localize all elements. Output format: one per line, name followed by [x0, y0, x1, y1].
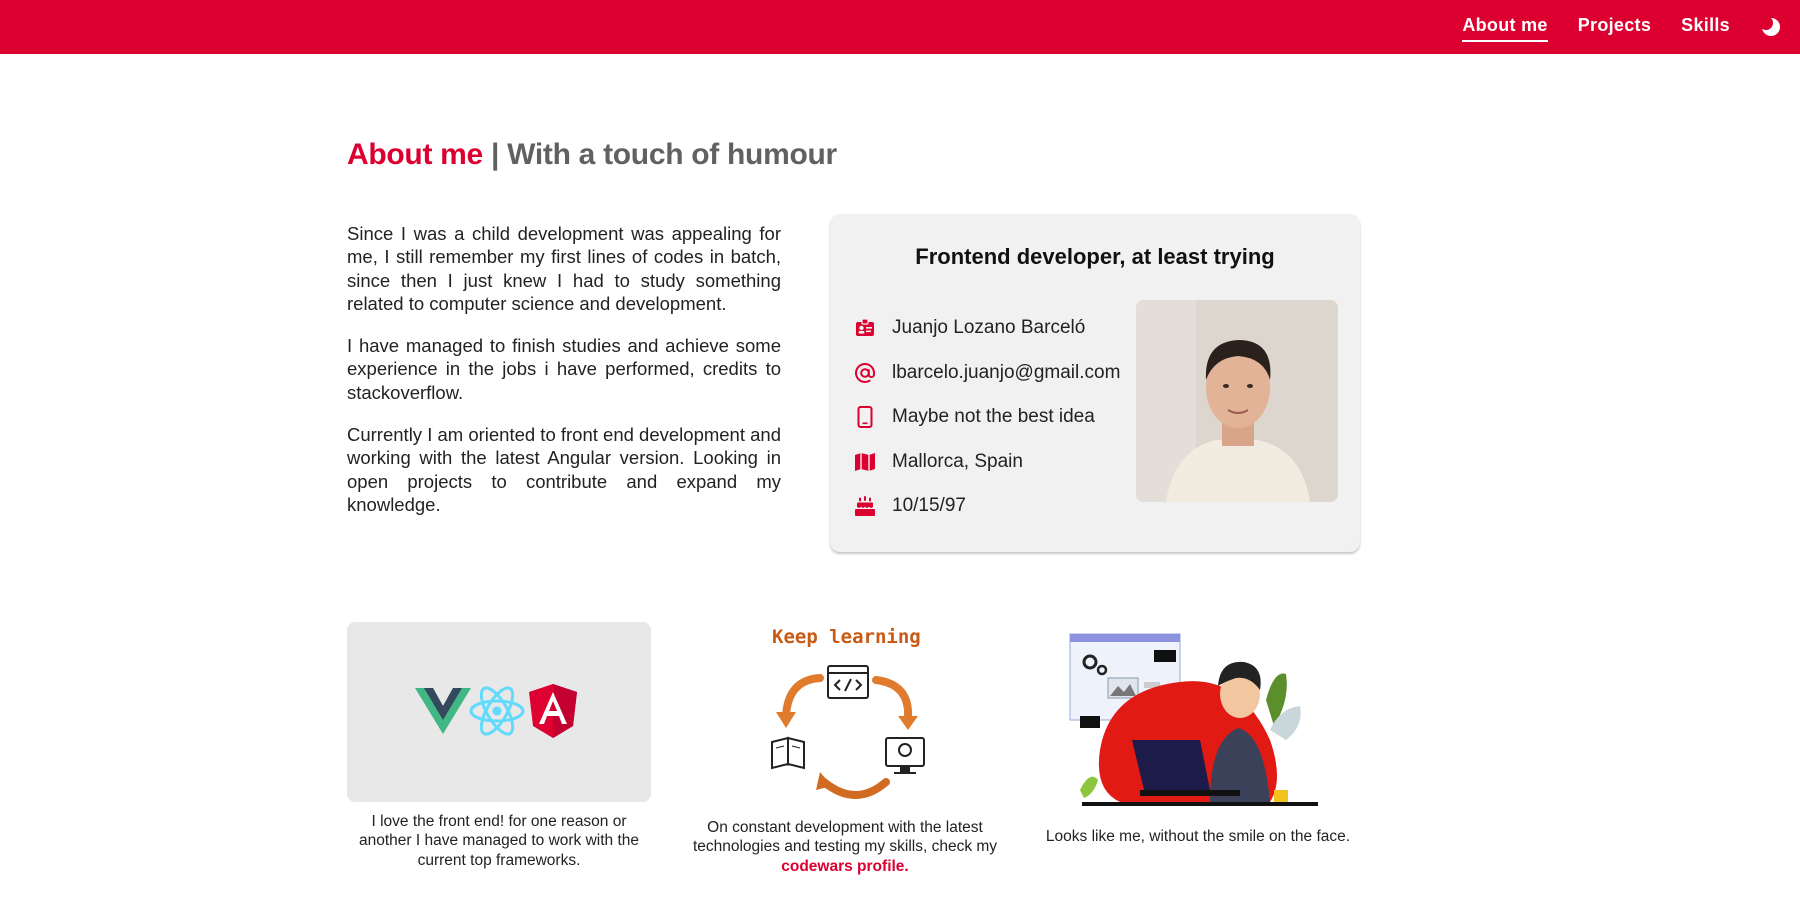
- profile-birthday: 10/15/97: [892, 495, 966, 517]
- top-bar: About me Projects Skills: [0, 0, 1800, 54]
- map-icon: [854, 451, 876, 473]
- intro-text: Since I was a child development was appe…: [347, 222, 781, 535]
- codewars-profile-link[interactable]: codewars profile.: [781, 858, 908, 875]
- page-title-separator: |: [490, 138, 500, 171]
- profile-email: lbarcelo.juanjo@gmail.com: [892, 361, 1121, 383]
- nav-skills[interactable]: Skills: [1681, 15, 1730, 40]
- learning-cycle-icon: [771, 665, 925, 799]
- profile-info-email: lbarcelo.juanjo@gmail.com: [854, 351, 1120, 396]
- angular-logo-icon: [529, 684, 577, 738]
- intro-paragraph: Since I was a child development was appe…: [347, 223, 781, 314]
- developer-illustration: [1069, 633, 1318, 806]
- intro-paragraph: Currently I am oriented to front end dev…: [347, 424, 781, 515]
- page-title-subtitle: With a touch of humour: [507, 138, 837, 171]
- profile-info-location: Mallorca, Spain: [854, 440, 1120, 485]
- page-title-accent: About me: [347, 138, 483, 171]
- profile-info-list: Juanjo Lozano Barceló lbarcelo.juanjo@gm…: [854, 306, 1120, 529]
- profile-name: Juanjo Lozano Barceló: [892, 317, 1086, 339]
- nav-about-me[interactable]: About me: [1462, 15, 1549, 42]
- page-title: About me | With a touch of humour: [347, 138, 837, 172]
- keep-learning-title: Keep learning: [772, 626, 921, 648]
- profile-info-phone: Maybe not the best idea: [854, 395, 1120, 440]
- nav-projects[interactable]: Projects: [1578, 15, 1651, 40]
- frameworks-caption: I love the front end! for one reason or …: [358, 813, 640, 869]
- profile-info-name: Juanjo Lozano Barceló: [854, 306, 1120, 351]
- profile-phone: Maybe not the best idea: [892, 406, 1095, 428]
- mobile-phone-icon: [854, 406, 876, 429]
- profile-photo: [1136, 300, 1338, 502]
- moon-icon[interactable]: [1760, 16, 1782, 38]
- vue-logo-icon: [415, 688, 471, 734]
- learning-caption: On constant development with the latest …: [690, 818, 1000, 876]
- profile-location: Mallorca, Spain: [892, 450, 1023, 472]
- frameworks-logos: [415, 684, 577, 738]
- intro-paragraph: I have managed to finish studies and ach…: [347, 335, 781, 403]
- profile-card-title: Frontend developer, at least trying: [915, 244, 1275, 269]
- profile-info-birthday: 10/15/97: [854, 484, 1120, 529]
- illustration-caption: Looks like me, without the smile on the …: [1045, 828, 1351, 845]
- profile-card: Frontend developer, at least trying Juan…: [830, 214, 1360, 552]
- learning-caption-text: On constant development with the latest …: [692, 819, 998, 856]
- main-nav: About me Projects Skills: [1462, 0, 1782, 54]
- id-badge-icon: [854, 317, 876, 339]
- frameworks-image: [347, 622, 651, 802]
- birthday-cake-icon: [854, 495, 876, 517]
- at-sign-icon: [854, 362, 876, 384]
- react-logo-icon: [469, 686, 525, 736]
